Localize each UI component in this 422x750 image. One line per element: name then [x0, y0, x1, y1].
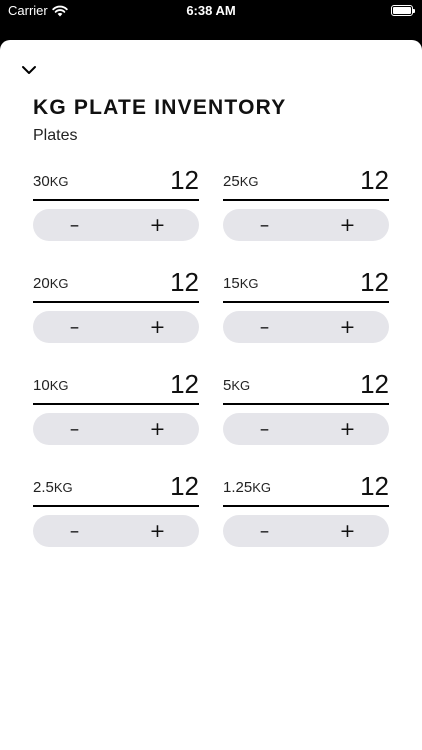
plate-card-20kg: 20KG 12 – + [33, 267, 199, 343]
plate-card-30kg: 30KG 12 – + [33, 165, 199, 241]
increment-button[interactable]: + [116, 413, 199, 445]
plate-weight-label: 2.5KG [33, 479, 73, 496]
quantity-stepper: – + [33, 515, 199, 547]
decrement-button[interactable]: – [223, 209, 306, 241]
plate-unit: KG [53, 480, 73, 495]
plate-weight-label: 15KG [223, 275, 258, 292]
quantity-stepper: – + [33, 209, 199, 241]
plate-header: 5KG 12 [223, 369, 389, 405]
decrement-button[interactable]: – [33, 209, 116, 241]
decrement-button[interactable]: – [223, 515, 306, 547]
decrement-button[interactable]: – [223, 413, 306, 445]
plate-weight: 25 [223, 173, 240, 190]
plate-weight-label: 5KG [223, 377, 250, 394]
plate-header: 2.5KG 12 [33, 471, 199, 507]
plate-card-15kg: 15KG 12 – + [223, 267, 389, 343]
plate-weight: 2.5 [33, 479, 54, 496]
plate-unit: KG [239, 174, 259, 189]
page-title: KG PLATE INVENTORY [33, 96, 287, 119]
decrement-button[interactable]: – [33, 515, 116, 547]
increment-button[interactable]: + [116, 515, 199, 547]
increment-button[interactable]: + [116, 311, 199, 343]
plate-header: 15KG 12 [223, 267, 389, 303]
plate-header: 20KG 12 [33, 267, 199, 303]
plate-card-1-25kg: 1.25KG 12 – + [223, 471, 389, 547]
quantity-stepper: – + [33, 413, 199, 445]
plate-weight-label: 30KG [33, 173, 68, 190]
plate-weight: 15 [223, 275, 240, 292]
increment-button[interactable]: + [306, 515, 389, 547]
quantity-stepper: – + [223, 209, 389, 241]
increment-button[interactable]: + [116, 209, 199, 241]
plate-header: 25KG 12 [223, 165, 389, 201]
plate-count: 12 [360, 165, 389, 195]
plate-weight-label: 20KG [33, 275, 68, 292]
plate-weight: 20 [33, 275, 50, 292]
plate-card-2-5kg: 2.5KG 12 – + [33, 471, 199, 547]
plate-count: 12 [170, 267, 199, 297]
plate-header: 1.25KG 12 [223, 471, 389, 507]
plate-header: 10KG 12 [33, 369, 199, 405]
quantity-stepper: – + [33, 311, 199, 343]
plate-count: 12 [360, 471, 389, 501]
modal-sheet: KG PLATE INVENTORY Plates 30KG 12 – + 25… [0, 40, 422, 750]
increment-button[interactable]: + [306, 209, 389, 241]
decrement-button[interactable]: – [33, 311, 116, 343]
plate-unit: KG [49, 378, 69, 393]
plate-count: 12 [170, 471, 199, 501]
plate-weight-label: 25KG [223, 173, 258, 190]
plate-header: 30KG 12 [33, 165, 199, 201]
quantity-stepper: – + [223, 311, 389, 343]
plate-unit: KG [239, 276, 259, 291]
plate-card-5kg: 5KG 12 – + [223, 369, 389, 445]
plate-weight: 1.25 [223, 479, 253, 496]
quantity-stepper: – + [223, 515, 389, 547]
plate-weight: 10 [33, 377, 50, 394]
battery-icon [391, 5, 415, 16]
plate-card-25kg: 25KG 12 – + [223, 165, 389, 241]
decrement-button[interactable]: – [33, 413, 116, 445]
increment-button[interactable]: + [306, 413, 389, 445]
plate-weight: 30 [33, 173, 50, 190]
plate-count: 12 [170, 369, 199, 399]
page-subtitle: Plates [33, 127, 78, 144]
plate-card-10kg: 10KG 12 – + [33, 369, 199, 445]
plate-weight-label: 10KG [33, 377, 68, 394]
plate-unit: KG [252, 480, 271, 495]
plate-unit: KG [49, 276, 69, 291]
dismiss-chevron-down-icon[interactable] [18, 60, 40, 80]
plate-count: 12 [170, 165, 199, 195]
quantity-stepper: – + [223, 413, 389, 445]
status-bar: Carrier 6:38 AM [0, 0, 422, 40]
decrement-button[interactable]: – [223, 311, 306, 343]
plate-count: 12 [360, 267, 389, 297]
status-time: 6:38 AM [186, 3, 236, 18]
plate-weight-label: 1.25KG [223, 479, 271, 496]
increment-button[interactable]: + [306, 311, 389, 343]
plate-unit: KG [49, 174, 69, 189]
plate-count: 12 [360, 369, 389, 399]
plate-unit: KG [231, 378, 251, 393]
